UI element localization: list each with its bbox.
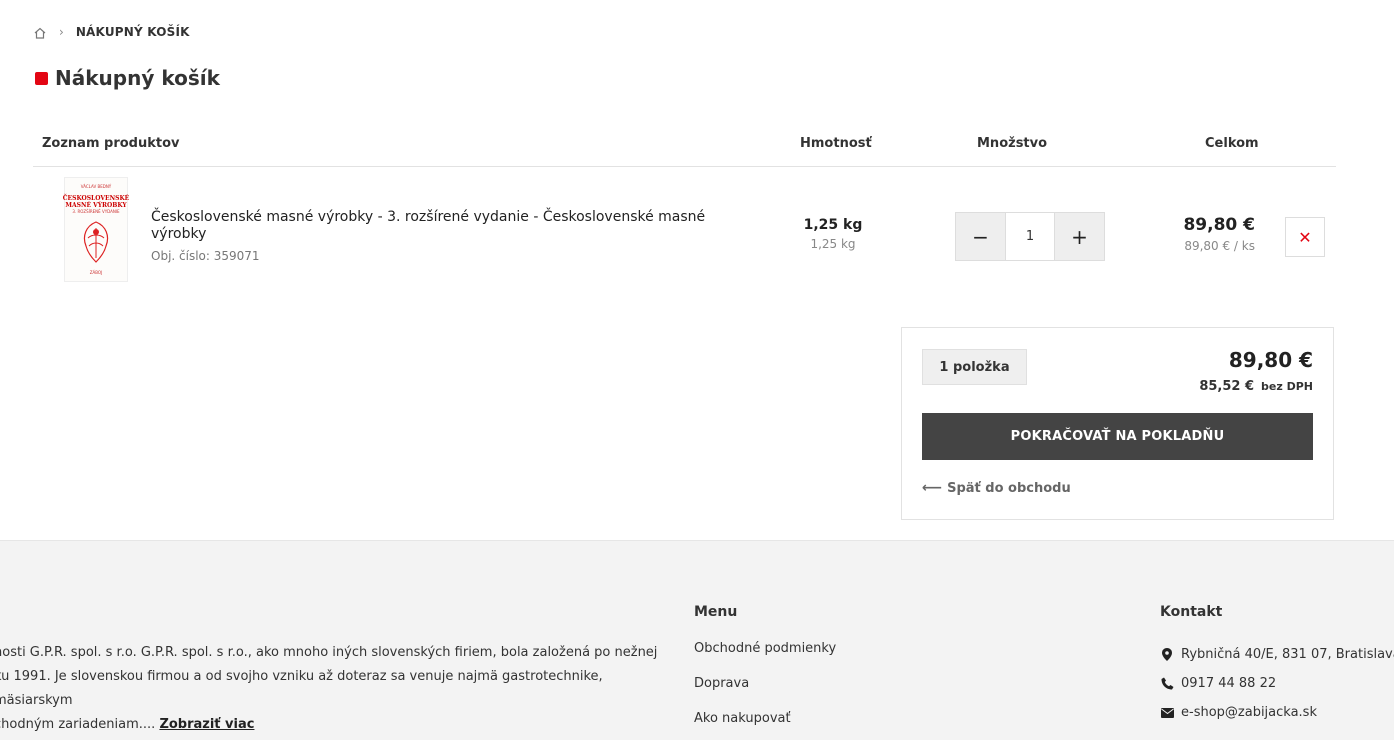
footer: nosti G.P.R. spol. s r.o. G.P.R. spol. s… [0, 540, 1394, 740]
quantity-stepper: − 1 + [955, 212, 1105, 261]
page-title: Nákupný košík [35, 66, 220, 90]
about-line-3: chodným zariadeniam.... [0, 717, 156, 732]
footer-link-how-to-buy[interactable]: Ako nakupovať [694, 711, 836, 740]
close-icon: ✕ [1298, 227, 1312, 247]
cover-illustration [83, 221, 109, 263]
page-title-text: Nákupný košík [55, 66, 220, 90]
increase-quantity-button[interactable]: + [1055, 213, 1104, 260]
about-line-1: nosti G.P.R. spol. s r.o. G.P.R. spol. s… [0, 645, 658, 660]
cart-row: VÁCLAV BEDNÝ ČESKOSLOVENSKÉ MASNÉ VÝROBK… [33, 167, 1336, 292]
contact-email-text: e-shop@zabijacka.sk [1181, 705, 1317, 720]
title-marker [35, 71, 48, 85]
checkout-button[interactable]: POKRAČOVAŤ NA POKLADŇU [922, 413, 1313, 460]
contact-phone[interactable]: 0917 44 88 22 [1160, 669, 1394, 698]
footer-about-text: nosti G.P.R. spol. s r.o. G.P.R. spol. s… [0, 641, 684, 737]
breadcrumb: › NÁKUPNÝ KOŠÍK [33, 23, 190, 41]
header-products: Zoznam produktov [42, 136, 180, 151]
about-line-2: ku 1991. Je slovenskou firmou a od svojh… [0, 669, 603, 708]
summary-net-line: 85,52 € bez DPH [1199, 379, 1313, 394]
back-to-shop-link[interactable]: ⟵ Späť do obchodu [922, 480, 1071, 496]
cart-table-header: Zoznam produktov Hmotnosť Množstvo Celko… [33, 128, 1336, 167]
product-name[interactable]: Československé masné výrobky - 3. rozšír… [151, 209, 721, 243]
product-weight: 1,25 kg 1,25 kg [773, 217, 893, 251]
footer-menu-title: Menu [694, 604, 738, 620]
arrow-left-icon: ⟵ [922, 480, 943, 496]
contact-email[interactable]: e-shop@zabijacka.sk [1160, 698, 1394, 727]
total-weight: 1,25 kg [803, 217, 863, 233]
quantity-input[interactable]: 1 [1005, 213, 1055, 260]
summary-net-price: 85,52 € [1199, 379, 1255, 394]
row-total: 89,80 € 89,80 € / ks [1143, 215, 1255, 253]
product-image[interactable]: VÁCLAV BEDNÝ ČESKOSLOVENSKÉ MASNÉ VÝROBK… [62, 177, 130, 282]
breadcrumb-current: NÁKUPNÝ KOŠÍK [75, 25, 190, 39]
footer-link-terms[interactable]: Obchodné podmienky [694, 641, 836, 676]
footer-menu: Obchodné podmienky Doprava Ako nakupovať [694, 641, 836, 740]
decrease-quantity-button[interactable]: − [956, 213, 1005, 260]
envelope-icon [1160, 707, 1174, 718]
footer-contact: Rybničná 40/E, 831 07, Bratislava, 0917 … [1160, 640, 1394, 727]
row-total-price: 89,80 € [1183, 215, 1255, 235]
map-pin-icon [1160, 648, 1174, 661]
cover-title: ČESKOSLOVENSKÉ MASNÉ VÝROBKY [62, 195, 130, 209]
header-quantity: Množstvo [977, 136, 1048, 151]
cover-publisher: ZÁBOJ [89, 270, 103, 275]
item-count-badge: 1 položka [922, 349, 1027, 385]
product-code: Obj. číslo: 359071 [151, 249, 260, 263]
remove-item-button[interactable]: ✕ [1285, 217, 1325, 257]
contact-phone-text: 0917 44 88 22 [1181, 676, 1277, 691]
contact-address: Rybničná 40/E, 831 07, Bratislava, [1160, 640, 1394, 669]
footer-link-shipping[interactable]: Doprava [694, 676, 836, 711]
contact-address-text: Rybničná 40/E, 831 07, Bratislava, [1181, 647, 1394, 662]
back-to-shop-label: Späť do obchodu [947, 480, 1071, 496]
cart-summary: 1 položka 89,80 € 85,52 € bez DPH POKRAČ… [901, 327, 1334, 520]
cover-subtitle: 3. ROZŠÍRENÉ VYDANIE [72, 209, 120, 214]
header-weight: Hmotnosť [800, 136, 872, 151]
header-total: Celkom [1205, 136, 1259, 151]
unit-price: 89,80 € / ks [1184, 239, 1255, 253]
summary-net-label: bez DPH [1261, 380, 1313, 393]
cover-author: VÁCLAV BEDNÝ [80, 184, 112, 189]
home-icon[interactable] [33, 25, 47, 39]
unit-weight: 1,25 kg [810, 237, 856, 251]
breadcrumb-separator: › [59, 25, 64, 39]
footer-contact-title: Kontakt [1160, 604, 1223, 620]
show-more-link[interactable]: Zobraziť viac [159, 717, 254, 732]
summary-total: 89,80 € [1228, 348, 1313, 372]
phone-icon [1160, 677, 1174, 690]
